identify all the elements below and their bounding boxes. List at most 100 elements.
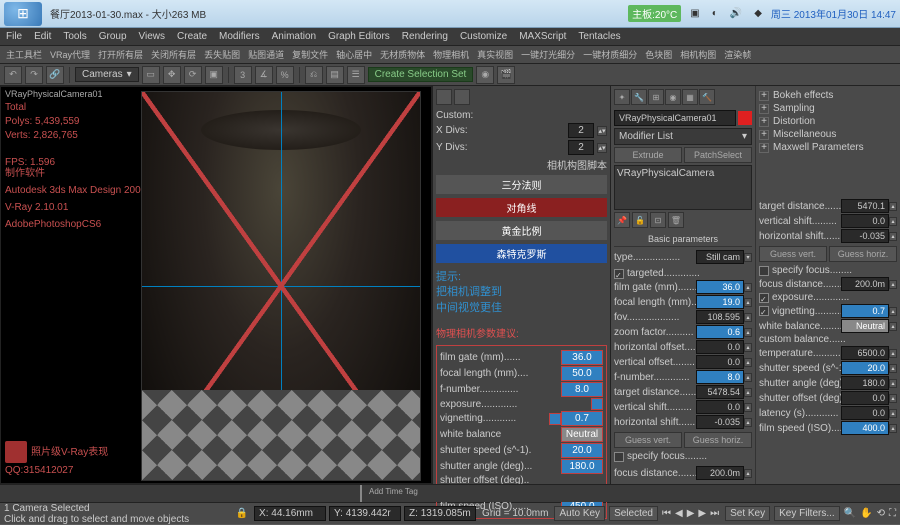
tb-nomat[interactable]: 无材质物体	[380, 48, 425, 61]
viewport[interactable]: VRayPhysicalCamera01 Total Polys: 5,439,…	[0, 86, 432, 484]
spinner[interactable]: ▴	[889, 409, 897, 418]
xdivs-input[interactable]: 2	[568, 123, 594, 138]
spinner[interactable]: ▴	[889, 394, 897, 403]
param-input[interactable]: 20.0	[561, 443, 603, 458]
type-dropdown[interactable]: Still cam	[696, 250, 744, 264]
checkbox[interactable]	[614, 269, 624, 279]
spinner[interactable]: ▴	[889, 322, 897, 331]
utilities-tab-icon[interactable]: 🔨	[699, 89, 715, 105]
spinner[interactable]: ▴	[889, 280, 897, 289]
object-name-input[interactable]: VRayPhysicalCamera01	[614, 110, 736, 126]
create-tab-icon[interactable]: ✦	[614, 89, 630, 105]
lock-icon[interactable]: 🔒	[236, 508, 248, 519]
checkbox[interactable]	[759, 266, 769, 276]
tray-icon[interactable]: ▣	[687, 8, 702, 19]
rollout-header[interactable]: +Sampling	[759, 102, 897, 115]
spinner[interactable]: ▴	[889, 232, 897, 241]
focus-dist-input[interactable]: 200.0m	[696, 466, 744, 480]
spinner[interactable]: ▴	[889, 217, 897, 226]
param-input[interactable]: 0.7	[561, 411, 603, 426]
setkey-button[interactable]: Set Key	[725, 506, 770, 521]
lock-icon[interactable]: 🔓	[632, 212, 648, 228]
play-next-icon[interactable]: ▶	[698, 508, 706, 519]
display-tab-icon[interactable]: ▦	[682, 89, 698, 105]
menu-group[interactable]: Group	[99, 31, 127, 42]
tb-lost[interactable]: 丢失贴图	[204, 48, 240, 61]
panel-icon[interactable]	[454, 89, 470, 105]
tray-icon[interactable]: ◆	[751, 8, 765, 19]
guess-horiz-button[interactable]: Guess horiz.	[829, 246, 897, 262]
menu-animation[interactable]: Animation	[272, 31, 316, 42]
checkbox[interactable]	[759, 306, 769, 316]
tb-phycam[interactable]: 物理相机	[433, 48, 469, 61]
rollout-header[interactable]: +Distortion	[759, 115, 897, 128]
time-tag[interactable]: Add Time Tag	[369, 487, 418, 496]
param-input[interactable]: 0.7	[841, 304, 889, 318]
guess-vert-button[interactable]: Guess vert.	[759, 246, 827, 262]
menu-create[interactable]: Create	[177, 31, 207, 42]
checkbox[interactable]	[759, 293, 769, 303]
expand-icon[interactable]: +	[759, 117, 769, 127]
ydivs-input[interactable]: 2	[568, 140, 594, 155]
expand-icon[interactable]: +	[759, 143, 769, 153]
param-input[interactable]: 0.0	[841, 214, 889, 228]
time-marker[interactable]	[360, 485, 362, 502]
expand-icon[interactable]: +	[759, 91, 769, 101]
spinner[interactable]: ▴	[744, 343, 752, 352]
param-input[interactable]: -0.035	[696, 415, 744, 429]
param-input[interactable]: 0.0	[696, 355, 744, 369]
spinner[interactable]: ▴	[744, 328, 752, 337]
param-input[interactable]: 50.0	[561, 366, 603, 381]
menu-rendering[interactable]: Rendering	[402, 31, 448, 42]
tb-close[interactable]: 关闭所有层	[151, 48, 196, 61]
orbit-icon[interactable]: ⟲	[877, 508, 885, 519]
y-coord-input[interactable]: Y: 4139.442r	[329, 506, 401, 521]
param-input[interactable]: 0.0	[696, 340, 744, 354]
selection-set-input[interactable]: Create Selection Set	[368, 67, 474, 82]
play-end-icon[interactable]: ⏭	[710, 508, 719, 519]
param-input[interactable]: 36.0	[696, 280, 744, 294]
param-input[interactable]: 180.0	[841, 376, 889, 390]
z-coord-input[interactable]: Z: 1319.085m	[404, 506, 476, 521]
play-icon[interactable]: ▶	[687, 508, 695, 519]
delete-icon[interactable]: 🗑	[668, 212, 684, 228]
tb-real[interactable]: 真实视图	[477, 48, 513, 61]
tb-render[interactable]: 渲染帧	[724, 48, 751, 61]
render-icon[interactable]: 🎬	[497, 66, 515, 84]
extrude-button[interactable]: Extrude	[614, 147, 682, 163]
spinner[interactable]: ▴▾	[597, 126, 607, 136]
checkbox[interactable]	[549, 413, 561, 425]
param-input[interactable]: 8.0	[696, 370, 744, 384]
param-input[interactable]: -0.035	[841, 229, 889, 243]
start-button[interactable]: ⊞	[4, 2, 42, 26]
param-input[interactable]: 5478.54	[696, 385, 744, 399]
rollout-header[interactable]: +Maxwell Parameters	[759, 141, 897, 154]
spinner[interactable]: ▴	[889, 379, 897, 388]
menu-file[interactable]: File	[6, 31, 22, 42]
hierarchy-tab-icon[interactable]: ⊞	[648, 89, 664, 105]
x-coord-input[interactable]: X: 44.16mm	[254, 506, 326, 521]
spinner[interactable]: ▴	[744, 403, 752, 412]
temp-widget[interactable]: 主板:20°C	[628, 5, 681, 22]
modify-tab-icon[interactable]: 🔧	[631, 89, 647, 105]
param-input[interactable]: 20.0	[841, 361, 889, 375]
play-prev-icon[interactable]: ◀	[675, 508, 683, 519]
param-input[interactable]: 0.0	[841, 391, 889, 405]
specify-focus-check[interactable]	[614, 452, 624, 462]
keyfilters-button[interactable]: Key Filters...	[774, 506, 840, 521]
param-input[interactable]: 0.0	[696, 400, 744, 414]
scale-icon[interactable]: ▣	[205, 66, 223, 84]
pan-icon[interactable]: ✋	[860, 508, 872, 519]
expand-icon[interactable]: +	[759, 130, 769, 140]
param-input[interactable]: 36.0	[561, 350, 603, 365]
spinner[interactable]: ▴	[889, 364, 897, 373]
tb-copy[interactable]: 复制文件	[292, 48, 328, 61]
param-input[interactable]: 200.0m	[841, 277, 889, 291]
expand-icon[interactable]: +	[759, 104, 769, 114]
param-input[interactable]: 0.0	[841, 406, 889, 420]
rollout-header[interactable]: +Miscellaneous	[759, 128, 897, 141]
menu-views[interactable]: Views	[139, 31, 166, 42]
param-input[interactable]: 400.0	[841, 421, 889, 435]
menu-tentacles[interactable]: Tentacles	[578, 31, 620, 42]
spinner[interactable]: ▴	[744, 283, 752, 292]
